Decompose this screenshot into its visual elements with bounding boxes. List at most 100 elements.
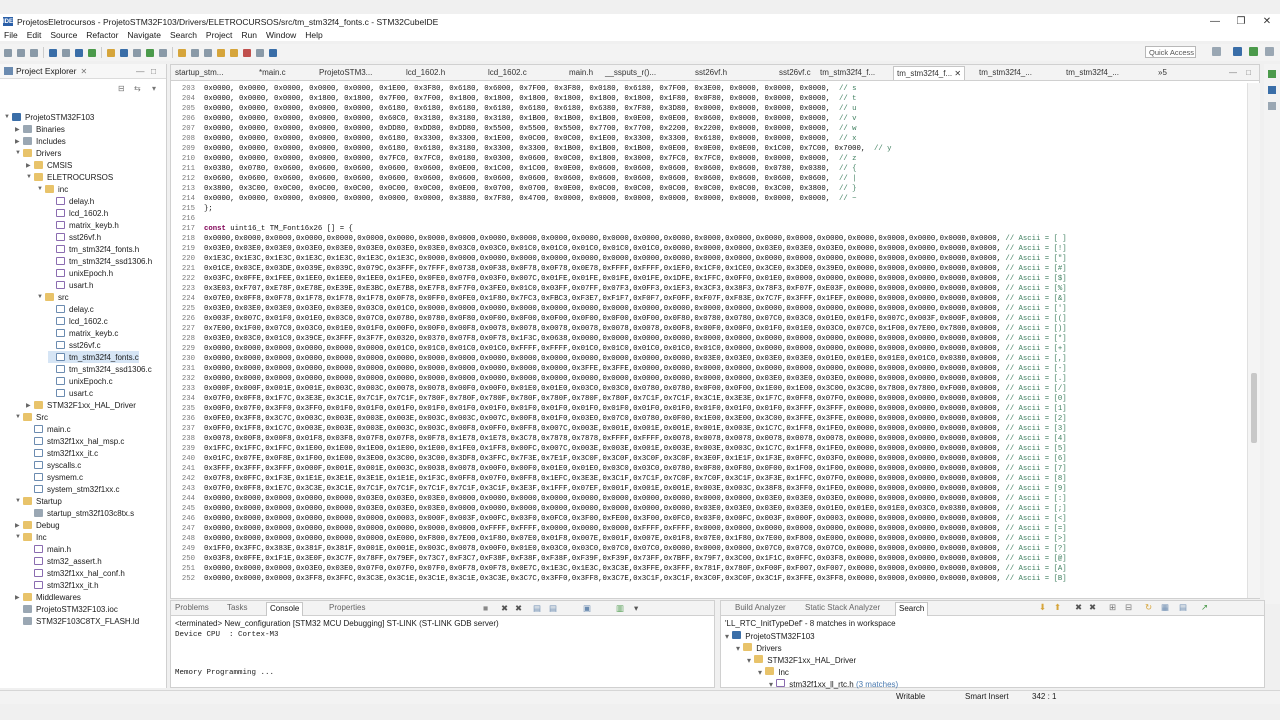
menu-source[interactable]: Source xyxy=(50,30,77,40)
debug-icon[interactable] xyxy=(75,48,83,57)
close-icon[interactable]: ✕ xyxy=(952,69,961,78)
menu-navigate[interactable]: Navigate xyxy=(127,30,161,40)
chevron-down-icon[interactable]: ▼ xyxy=(15,414,22,420)
search-icon[interactable] xyxy=(159,48,167,57)
forward-icon[interactable] xyxy=(256,48,264,57)
chevron-right-icon[interactable]: ▶ xyxy=(26,162,33,169)
tree-item[interactable]: matrix_keyb.h xyxy=(48,219,119,231)
terminate-icon[interactable]: ✖ xyxy=(501,603,508,614)
chevron-down-icon[interactable]: ▼ xyxy=(4,114,11,120)
menu-edit[interactable]: Edit xyxy=(27,30,42,40)
open-type-icon[interactable] xyxy=(133,48,141,57)
chevron-down-icon[interactable]: ▾ xyxy=(725,632,731,641)
chevron-down-icon[interactable]: ▼ xyxy=(15,498,22,504)
collapse-all-icon[interactable]: ⊟ xyxy=(1125,602,1132,613)
device-perspective-icon[interactable] xyxy=(1265,47,1274,56)
tree-item[interactable]: startup_stm32f103c8tx.s xyxy=(26,507,134,519)
tree-item[interactable]: delay.h xyxy=(48,195,94,207)
minimize-button[interactable]: — xyxy=(1202,14,1228,29)
tab-properties[interactable]: Properties xyxy=(329,603,365,612)
back-icon[interactable] xyxy=(243,48,251,57)
save-icon[interactable] xyxy=(17,48,25,57)
prev-annotation-icon[interactable] xyxy=(230,48,238,57)
chevron-down-icon[interactable]: ▼ xyxy=(15,534,22,540)
tree-item[interactable]: ▼ inc xyxy=(37,183,68,195)
tree-item[interactable]: sst26vf.h xyxy=(48,231,101,243)
tree-item[interactable]: ▼ Inc xyxy=(15,531,47,543)
run-config-icon[interactable] xyxy=(146,48,154,57)
tree-item[interactable]: tm_stm32f4_ssd1306.c xyxy=(48,363,152,375)
highlight-icon[interactable] xyxy=(178,48,186,57)
tree-item[interactable]: ProjetoSTM32F103.ioc xyxy=(15,603,118,615)
tree-item[interactable]: tm_stm32f4_fonts.c xyxy=(48,351,139,363)
remove-match-icon[interactable]: ✖ xyxy=(1075,602,1082,613)
search-result-item[interactable]: ▾ STM32F1xx_HAL_Driver xyxy=(747,655,856,665)
run-search-icon[interactable]: ↻ xyxy=(1145,602,1152,613)
chevron-down-icon[interactable]: ▾ xyxy=(736,644,742,653)
minimize-editor-icon[interactable]: — xyxy=(1229,68,1237,77)
tree-item[interactable]: ▼ ProjetoSTM32F103 xyxy=(4,111,94,123)
next-annotation-icon[interactable] xyxy=(217,48,225,57)
tree-item[interactable]: syscalls.c xyxy=(26,459,81,471)
open-perspective-icon[interactable] xyxy=(1212,47,1221,56)
tree-item[interactable]: unixEpoch.c xyxy=(48,375,113,387)
tree-item[interactable]: lcd_1602.c xyxy=(48,315,108,327)
remove-all-icon[interactable]: ✖ xyxy=(1089,602,1096,613)
editor-tab[interactable]: sst26vf.h xyxy=(695,66,727,80)
remove-launch-icon[interactable]: ✖ xyxy=(515,603,522,614)
info-icon[interactable] xyxy=(269,48,277,57)
menu-file[interactable]: File xyxy=(4,30,18,40)
tree-item[interactable]: system_stm32f1xx.c xyxy=(26,483,119,495)
console-clear-icon[interactable]: ■ xyxy=(483,603,488,613)
close-icon[interactable]: ✕ xyxy=(80,67,87,76)
new-project-icon[interactable] xyxy=(120,48,128,57)
tree-item[interactable]: ▶ STM32F1xx_HAL_Driver xyxy=(26,399,136,411)
tree-item[interactable]: ▼ Src xyxy=(15,411,48,423)
external-tools-icon[interactable] xyxy=(107,48,115,57)
editor-tab[interactable]: __ssputs_r()... xyxy=(605,66,656,80)
cancel-search-icon[interactable]: ▦ xyxy=(1161,602,1169,613)
tree-item[interactable]: ▶ Includes xyxy=(15,135,66,147)
quick-access-input[interactable]: Quick Access xyxy=(1145,46,1196,58)
menu-run[interactable]: Run xyxy=(241,30,257,40)
scrollbar-thumb[interactable] xyxy=(1251,373,1257,443)
tree-item[interactable]: matrix_keyb.c xyxy=(48,327,118,339)
tree-item[interactable]: lcd_1602.h xyxy=(48,207,108,219)
hammer-icon[interactable] xyxy=(62,48,70,57)
minimize-view-icon[interactable]: — xyxy=(136,66,145,76)
toggle-mark-icon[interactable] xyxy=(191,48,199,57)
collapse-all-icon[interactable]: ⊟ xyxy=(118,84,125,93)
restore-button[interactable]: ❐ xyxy=(1228,14,1254,29)
tab-search[interactable]: Search xyxy=(895,602,929,616)
editor-tab[interactable]: startup_stm... xyxy=(175,66,223,80)
tree-item[interactable]: ▼ Startup xyxy=(15,495,62,507)
tree-item[interactable]: main.c xyxy=(26,423,71,435)
maximize-view-icon[interactable]: □ xyxy=(151,66,156,76)
close-button[interactable]: ✕ xyxy=(1254,14,1280,29)
menu-help[interactable]: Help xyxy=(305,30,322,40)
registers-icon[interactable] xyxy=(1268,86,1276,94)
editor-tab[interactable]: ProjetoSTM3... xyxy=(319,66,372,80)
editor-scrollbar[interactable] xyxy=(1247,83,1260,598)
tree-item[interactable]: stm32f1xx_hal_msp.c xyxy=(26,435,124,447)
tree-item[interactable]: ▶ Binaries xyxy=(15,123,65,135)
tree-item[interactable]: tm_stm32f4_fonts.h xyxy=(48,243,139,255)
view-menu-icon[interactable]: ▾ xyxy=(152,84,156,93)
tree-item[interactable]: ▼ Drivers xyxy=(15,147,61,159)
save-all-icon[interactable] xyxy=(30,48,38,57)
menu-project[interactable]: Project xyxy=(206,30,232,40)
history-icon[interactable]: ▤ xyxy=(1179,602,1187,613)
chevron-right-icon[interactable]: ▶ xyxy=(26,402,33,409)
tree-item[interactable]: usart.h xyxy=(48,279,93,291)
new-icon[interactable] xyxy=(4,48,12,57)
link-editor-icon[interactable]: ⇆ xyxy=(134,84,141,93)
tree-item[interactable]: ▶ Debug xyxy=(15,519,60,531)
tree-item[interactable]: sst26vf.c xyxy=(48,339,101,351)
chevron-right-icon[interactable]: ▶ xyxy=(15,126,22,133)
chevron-right-icon[interactable]: ▶ xyxy=(15,522,22,529)
open-console-icon[interactable]: ▾ xyxy=(634,603,638,614)
search-result-item[interactable]: ▾ ProjetoSTM32F103 xyxy=(725,631,815,641)
prev-match-icon[interactable]: ⬆ xyxy=(1054,602,1061,613)
tree-item[interactable]: stm32f1xx_hal_conf.h xyxy=(26,567,125,579)
editor-tab[interactable]: *main.c xyxy=(259,66,286,80)
